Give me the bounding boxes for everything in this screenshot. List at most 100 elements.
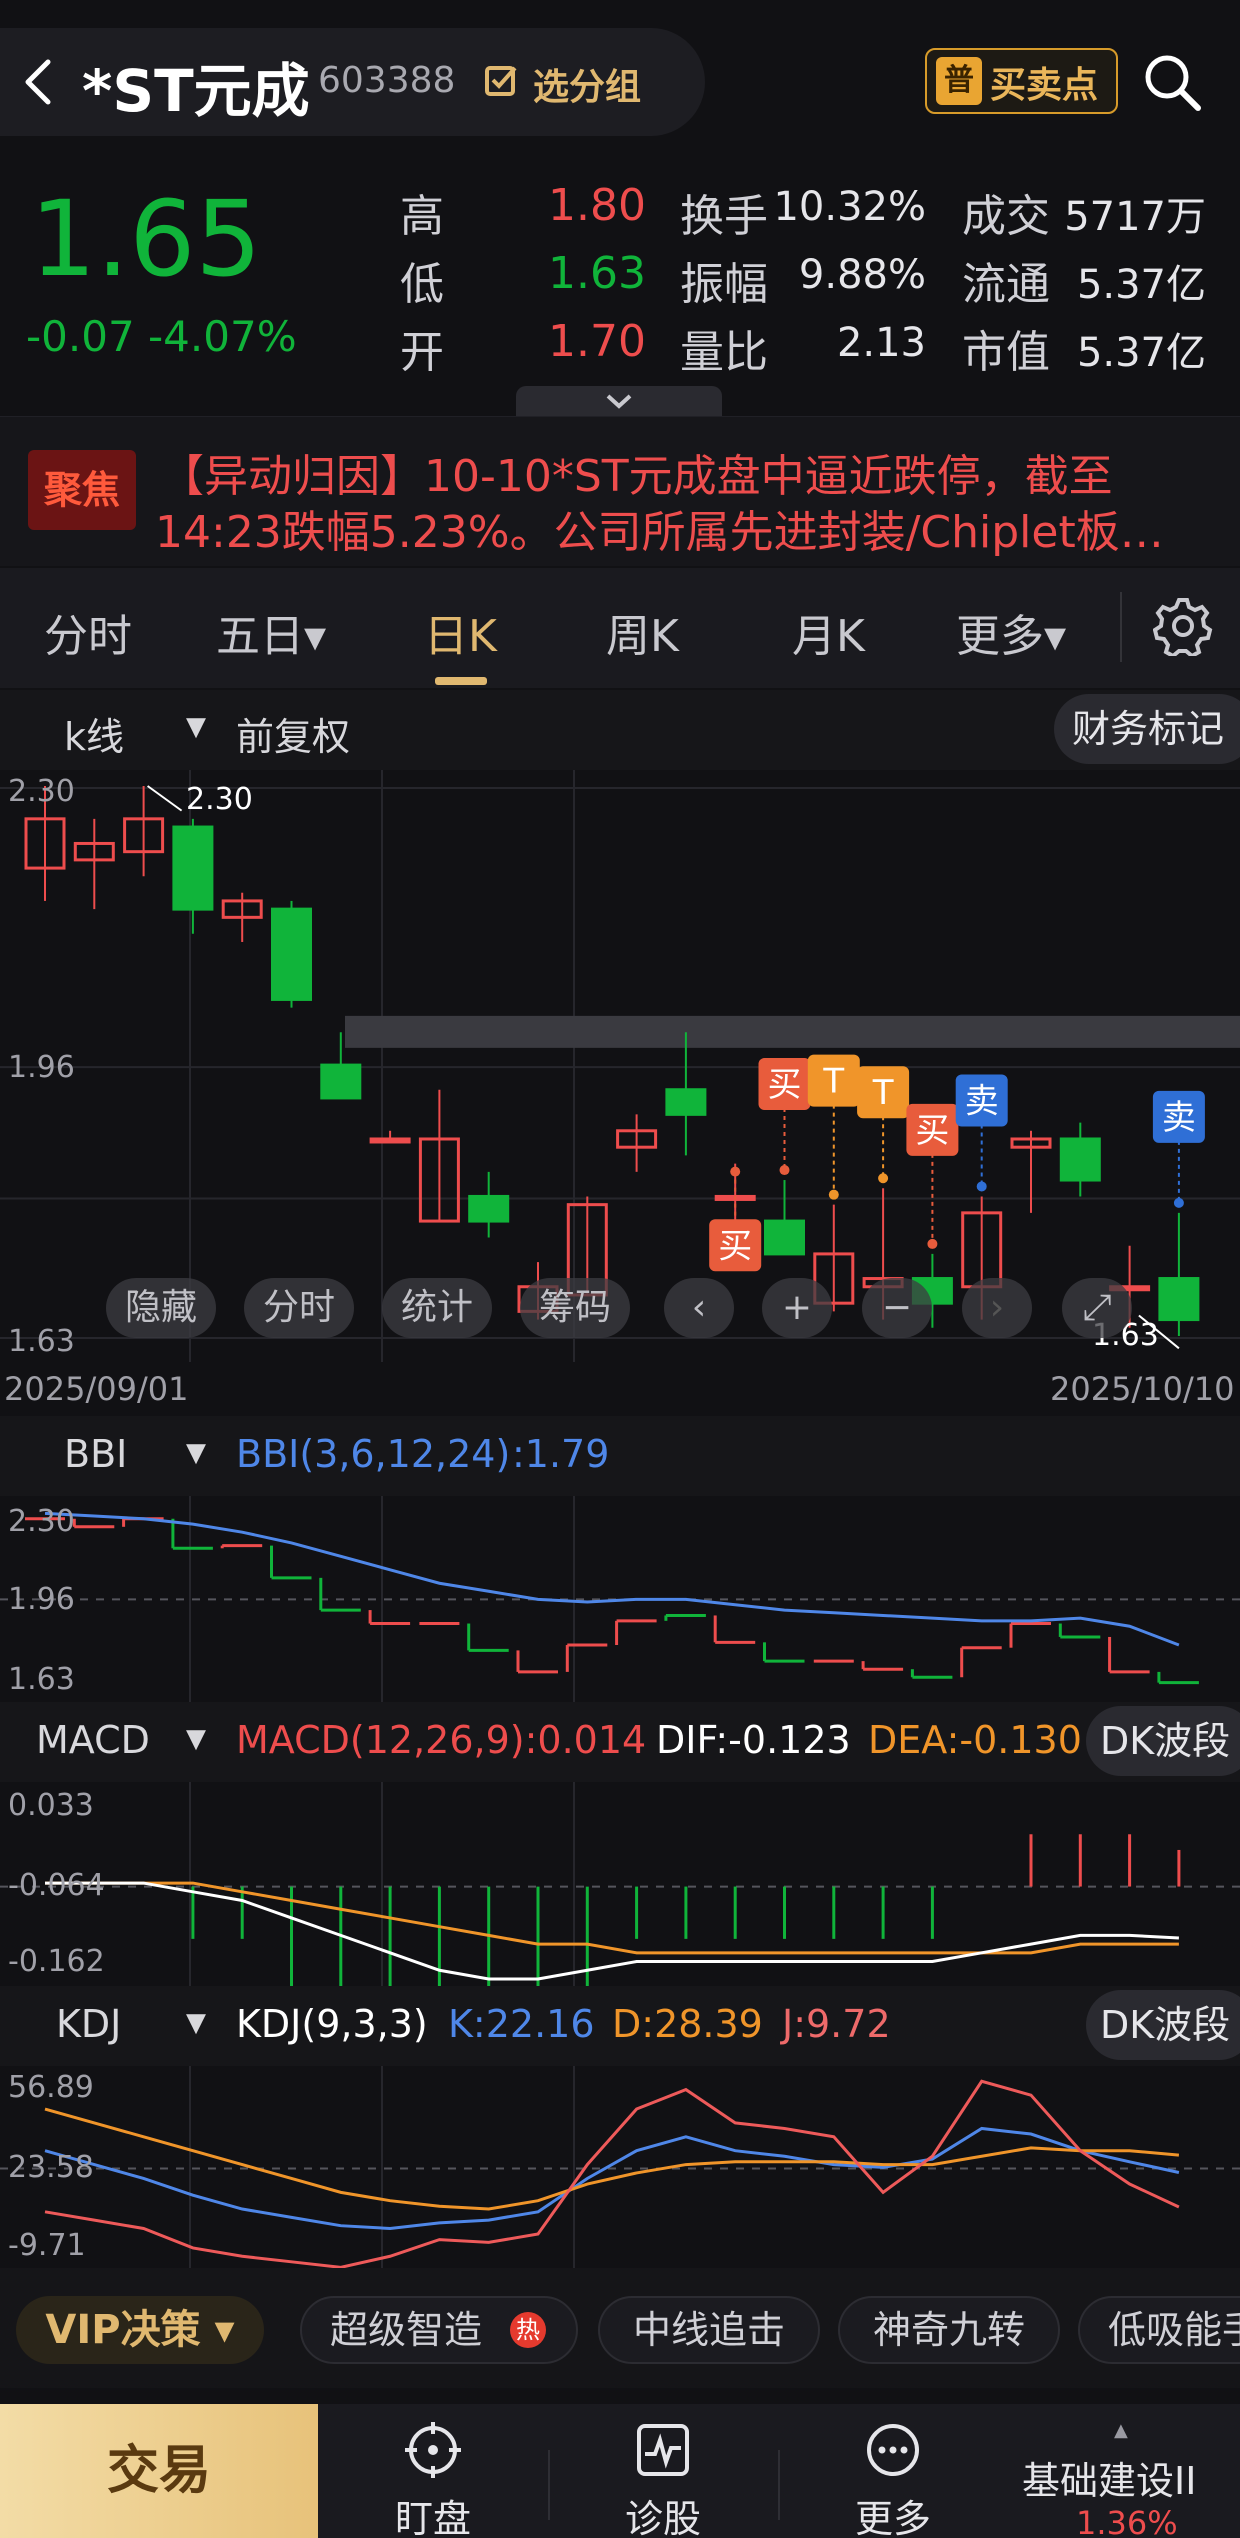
bbi-chart-area[interactable]	[0, 1496, 1240, 1702]
bbi-params: BBI(3,6,12,24)	[236, 1432, 511, 1476]
news-text-line2: 14:23跌幅5.23%。公司所属先进封装/Chiplet板块……	[155, 507, 1205, 558]
dk-band-button[interactable]: DK波段	[1086, 1990, 1240, 2060]
sector-change: 1.36%	[1076, 2504, 1178, 2538]
hide-button[interactable]: 隐藏	[106, 1278, 216, 1338]
bbi-value: :1.79	[512, 1432, 610, 1476]
macd-chart-area[interactable]	[0, 1782, 1240, 2149]
nav-more[interactable]: 更多	[818, 2420, 968, 2538]
dropdown-arrow-icon[interactable]: ▼	[186, 712, 206, 742]
bbi-y-high: 2.30	[8, 1504, 75, 1539]
volume-label: 成交	[962, 191, 1050, 242]
select-group-button[interactable]: 选分组	[533, 58, 641, 110]
hot-badge: 热	[510, 2312, 546, 2348]
zoom-out-icon[interactable]: −	[862, 1278, 932, 1338]
signal-label: 买	[718, 1226, 752, 1266]
signal-dot	[779, 1165, 790, 1176]
nav-separator	[548, 2450, 550, 2520]
kline-chart: 买买 T T买卖卖	[0, 770, 1240, 1362]
tab-five-day[interactable]: 五日▾	[216, 600, 326, 664]
candle-body	[271, 907, 312, 1001]
kdj-d: D:28.39	[612, 2002, 763, 2046]
kdj-j-line	[44, 2079, 1180, 2269]
kline-y-mid: 1.96	[8, 1050, 75, 1085]
chevron-down-icon	[606, 394, 632, 409]
bbi-y-low: 1.63	[8, 1662, 75, 1697]
vip-decision-button[interactable]: VIP决策 ▾	[16, 2296, 264, 2364]
strategy-magic-nine[interactable]: 神奇九转	[838, 2296, 1060, 2364]
candle-body	[1059, 1137, 1101, 1182]
candle-body	[665, 1088, 707, 1116]
kline-chart-area[interactable]: 买买TT买卖卖	[0, 770, 1240, 1362]
kline-y-low: 1.63	[8, 1324, 75, 1359]
candle-body	[320, 1063, 362, 1100]
float-value: 5.37亿	[1076, 262, 1206, 308]
market-cap-value: 5.37亿	[1076, 330, 1206, 376]
stats-button[interactable]: 统计	[382, 1278, 492, 1338]
trade-button[interactable]: 交易	[0, 2404, 318, 2538]
scroll-right-icon[interactable]: ›	[962, 1278, 1032, 1338]
gear-icon[interactable]	[1153, 596, 1213, 656]
bbi-indicator-select[interactable]: BBI	[64, 1432, 127, 1476]
scroll-left-icon[interactable]: ‹	[664, 1278, 734, 1338]
macd-indicator-select[interactable]: MACD	[36, 1718, 150, 1762]
market-cap-label: 市值	[962, 327, 1050, 378]
nav-separator	[778, 2450, 780, 2520]
nav-diagnose-label: 诊股	[624, 2497, 701, 2538]
dk-band-button[interactable]: DK波段	[1086, 1706, 1240, 1776]
macd-dea: DEA:-0.130	[868, 1718, 1082, 1762]
zoom-in-icon[interactable]: +	[762, 1278, 832, 1338]
nav-diagnose[interactable]: 诊股	[588, 2420, 738, 2538]
tab-more[interactable]: 更多▾	[956, 600, 1066, 664]
low-label: 低	[400, 259, 444, 310]
search-icon[interactable]	[1140, 50, 1204, 114]
strategy-midline-chase[interactable]: 中线追击	[598, 2296, 820, 2364]
kdj-indicator-select[interactable]: KDJ	[56, 2002, 121, 2046]
candle-body	[468, 1194, 510, 1223]
signal-label: 买	[915, 1111, 949, 1151]
candle-body	[764, 1219, 805, 1256]
kdj-j: J:9.72	[782, 2002, 891, 2046]
news-text-line1: 【异动归因】10-10*ST元成盘中逼近跌停，截至	[160, 451, 1113, 502]
high-value: 1.80	[548, 180, 646, 231]
kdj-chart-area[interactable]	[0, 2066, 1240, 2269]
pu-badge-icon: 普	[936, 57, 982, 105]
kdj-chart	[0, 2066, 1240, 2269]
date-start: 2025/09/01	[4, 1370, 189, 1408]
back-arrow-icon[interactable]	[18, 56, 62, 108]
adjust-mode[interactable]: 前复权	[236, 706, 350, 761]
chips-button[interactable]: 筹码	[520, 1278, 630, 1338]
more-dots-icon	[867, 2424, 919, 2476]
dropdown-arrow-icon[interactable]: ▼	[186, 1438, 206, 1468]
dropdown-arrow-icon[interactable]: ▼	[186, 1724, 206, 1754]
max-leader-line	[147, 785, 183, 812]
stock-name: *ST元成	[82, 57, 310, 125]
macd-y-low: -0.162	[8, 1944, 105, 1979]
date-end: 2025/10/10	[1050, 1370, 1235, 1408]
macd-chart	[0, 1782, 1240, 2149]
tab-daily-k[interactable]: 日K	[424, 600, 497, 664]
sector-name[interactable]: 基础建设II	[1022, 2450, 1196, 2505]
expand-quote-tab[interactable]	[516, 386, 722, 416]
strategy-low-buy[interactable]: 低吸能手	[1078, 2296, 1240, 2364]
nav-watch[interactable]: 盯盘	[358, 2420, 508, 2538]
kline-indicator-select[interactable]: k线	[64, 706, 124, 761]
signal-dot	[976, 1181, 987, 1192]
tab-intraday[interactable]: 分时	[44, 600, 132, 664]
tab-weekly-k[interactable]: 周K	[606, 600, 679, 664]
bbi-chart	[0, 1496, 1240, 1702]
signal-label: 卖	[1162, 1098, 1196, 1138]
dropdown-arrow-icon[interactable]: ▼	[186, 2008, 206, 2038]
intraday-button[interactable]: 分时	[244, 1278, 354, 1338]
kdj-y-mid: 23.58	[8, 2150, 94, 2185]
tab-monthly-k[interactable]: 月K	[792, 600, 865, 664]
bbi-y-mid: 1.96	[8, 1582, 75, 1617]
kdj-d-line	[44, 2107, 1180, 2211]
finance-tag-button[interactable]: 财务标记	[1054, 694, 1240, 764]
turnover-value: 10.32%	[773, 184, 926, 230]
open-value: 1.70	[548, 316, 646, 367]
volume-ratio-label: 量比	[680, 327, 768, 378]
bbi-line	[44, 1511, 1180, 1647]
fullscreen-icon[interactable]: ⤢	[1062, 1278, 1132, 1338]
checkbox-edit-icon[interactable]	[483, 62, 521, 100]
macd-y-high: 0.033	[8, 1788, 94, 1823]
